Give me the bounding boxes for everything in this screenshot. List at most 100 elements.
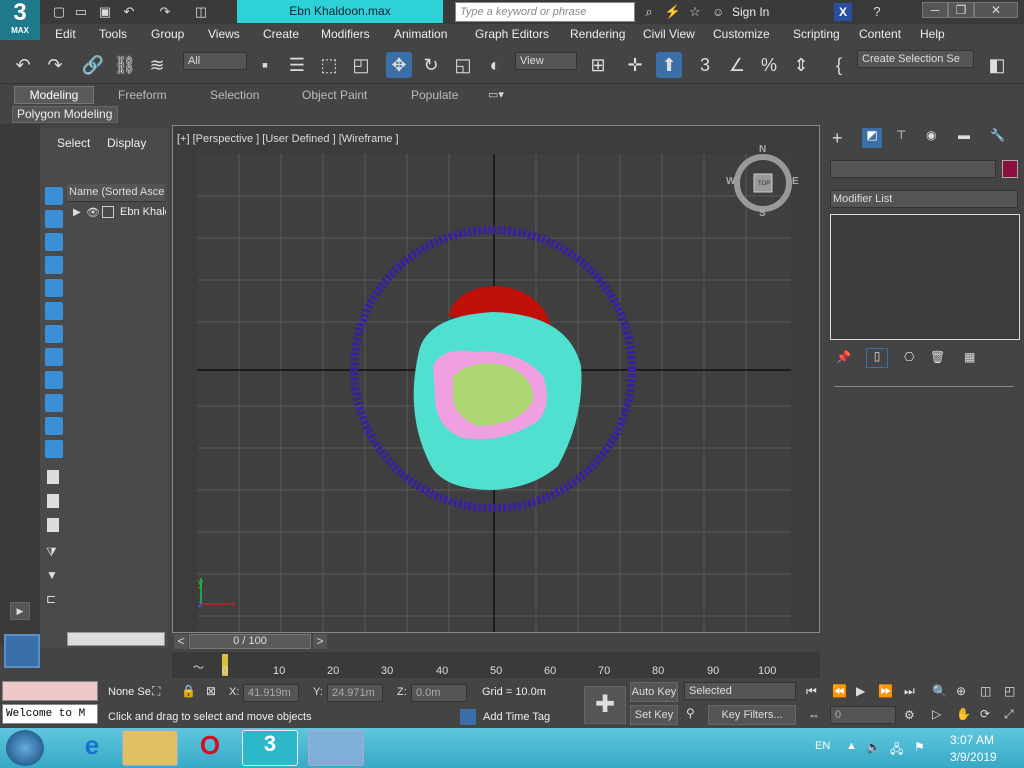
select-rotate-icon[interactable]: ↻: [418, 52, 444, 78]
filter-containers-icon[interactable]: [45, 394, 63, 412]
filter-geometry-icon[interactable]: [45, 187, 63, 205]
tab-freeform[interactable]: Freeform: [118, 88, 167, 102]
zoom-icon[interactable]: 🔍: [932, 684, 947, 698]
tab-selection[interactable]: Selection: [210, 88, 259, 102]
3ds-max-taskbar-icon[interactable]: 3: [242, 730, 298, 766]
menu-content[interactable]: Content: [859, 27, 901, 41]
redo-icon[interactable]: ↷: [42, 52, 68, 78]
time-prev-arrow[interactable]: <: [174, 634, 188, 649]
key-mode-arrows-icon[interactable]: ⇔: [808, 708, 820, 722]
display-none-icon[interactable]: [47, 494, 59, 508]
scene-item-label[interactable]: Ebn Khald: [120, 206, 166, 218]
window-crossing-icon[interactable]: ◰: [348, 52, 374, 78]
play-icon[interactable]: ▶: [856, 684, 865, 698]
field-of-view-icon[interactable]: ▷: [932, 707, 941, 721]
z-coordinate-field[interactable]: [411, 684, 467, 702]
select-scale-icon[interactable]: ◱: [450, 52, 476, 78]
modify-tab-icon[interactable]: ◩: [862, 128, 882, 148]
zoom-extents-icon[interactable]: ◫: [980, 684, 991, 698]
menu-graph-editors[interactable]: Graph Editors: [475, 27, 549, 41]
binoculars-icon[interactable]: ⌕: [640, 3, 658, 21]
undo-icon[interactable]: ↶: [120, 3, 138, 21]
zoom-extents-all-icon[interactable]: ◰: [1004, 684, 1015, 698]
menu-edit[interactable]: Edit: [55, 27, 76, 41]
create-tab-icon[interactable]: +: [832, 128, 843, 149]
select-by-name-icon[interactable]: ☰: [284, 52, 310, 78]
internet-explorer-icon[interactable]: e: [64, 730, 120, 766]
menu-create[interactable]: Create: [263, 27, 299, 41]
pin-stack-icon[interactable]: 📌: [836, 350, 851, 364]
edit-named-selection-icon[interactable]: {: [826, 52, 852, 78]
filter-frozen-icon[interactable]: [45, 417, 63, 435]
tab-populate[interactable]: Populate: [411, 88, 458, 102]
menu-modifiers[interactable]: Modifiers: [321, 27, 370, 41]
minimize-button[interactable]: ─: [922, 2, 948, 18]
display-invert-icon[interactable]: [47, 518, 59, 532]
restore-button[interactable]: ❐: [948, 2, 974, 18]
perspective-viewport[interactable]: y z x [+] [Perspective ] [User Defined ]…: [172, 125, 820, 633]
menu-customize[interactable]: Customize: [713, 27, 770, 41]
orbit-icon[interactable]: ⟳: [980, 707, 990, 721]
expand-panel-button[interactable]: ▶: [10, 602, 30, 620]
project-folder-icon[interactable]: ◫: [192, 3, 210, 21]
key-mode-toggle-icon[interactable]: ⚲: [686, 706, 695, 720]
filter-spacewarps-icon[interactable]: [45, 302, 63, 320]
utilities-tab-icon[interactable]: 🔧: [990, 128, 1005, 142]
display-all-icon[interactable]: [47, 470, 59, 484]
remove-modifier-icon[interactable]: 🗑: [930, 350, 945, 364]
search-input[interactable]: Type a keyword or phrase: [455, 2, 635, 22]
layer-explorer-icon[interactable]: ⊏: [46, 592, 56, 606]
viewport-label-menu[interactable]: [+] [Perspective ] [User Defined ] [Wire…: [177, 133, 399, 145]
undo-icon[interactable]: ↶: [10, 52, 36, 78]
maxscript-mini-listener[interactable]: Welcome to M: [2, 704, 98, 724]
y-coordinate-field[interactable]: [327, 684, 383, 702]
communication-icon[interactable]: ⚡: [664, 3, 682, 21]
reference-coordinate-dropdown[interactable]: View: [515, 52, 577, 70]
menu-animation[interactable]: Animation: [394, 27, 447, 41]
scene-tab-select[interactable]: Select: [57, 136, 90, 150]
network-icon[interactable]: 🖧: [890, 740, 903, 761]
tab-modeling[interactable]: Modeling: [14, 86, 94, 104]
set-key-button[interactable]: Set Key: [630, 705, 678, 725]
file-explorer-icon[interactable]: [122, 730, 178, 766]
make-unique-icon[interactable]: ⎔: [904, 350, 914, 364]
configure-sets-icon[interactable]: ▦: [964, 350, 975, 364]
unlink-icon[interactable]: ⛓: [112, 52, 138, 78]
time-slider[interactable]: 0 / 100: [189, 634, 311, 649]
absolute-mode-icon[interactable]: ⊠: [206, 684, 216, 698]
tray-expand-icon[interactable]: ▲: [846, 740, 857, 752]
exchange-icon[interactable]: X: [834, 3, 852, 21]
go-to-start-icon[interactable]: ⏮: [806, 684, 817, 699]
favorites-star-icon[interactable]: ☆: [686, 3, 704, 21]
scene-horizontal-scrollbar[interactable]: [67, 632, 165, 646]
expand-triangle-icon[interactable]: ▶: [73, 207, 81, 218]
select-manipulate-icon[interactable]: ✛: [622, 52, 648, 78]
mirror-icon[interactable]: ◧: [984, 52, 1010, 78]
select-move-icon[interactable]: ✥: [386, 52, 412, 78]
snaps-toggle-icon[interactable]: 3: [692, 52, 718, 78]
time-config-icon[interactable]: ⚙: [904, 708, 915, 722]
isolate-selection-icon[interactable]: ⛶: [152, 684, 160, 699]
modifier-stack[interactable]: [830, 214, 1020, 340]
filter-hidden-icon[interactable]: [45, 440, 63, 458]
sign-in-link[interactable]: Sign In: [732, 5, 769, 19]
go-to-end-icon[interactable]: ⏭: [904, 684, 915, 699]
time-next-arrow[interactable]: >: [313, 634, 327, 649]
clock-time[interactable]: 3:07 AM: [950, 733, 994, 747]
rectangle-selection-icon[interactable]: ⬚: [316, 52, 342, 78]
menu-help[interactable]: Help: [920, 27, 945, 41]
pan-hand-icon[interactable]: ✋: [956, 707, 971, 721]
select-place-icon[interactable]: ◐: [482, 52, 508, 78]
show-end-result-icon[interactable]: ▯: [866, 348, 888, 368]
pivot-center-icon[interactable]: ⊞: [585, 52, 611, 78]
menu-civil-view[interactable]: Civil View: [643, 27, 695, 41]
current-frame-field[interactable]: [830, 706, 896, 724]
ribbon-options-icon[interactable]: ▭▾: [488, 88, 504, 101]
spinner-snap-icon[interactable]: ⇕: [788, 52, 814, 78]
filter-funnel-icon[interactable]: ▼: [46, 568, 58, 582]
start-button[interactable]: [6, 730, 44, 766]
new-file-icon[interactable]: ▢: [50, 3, 68, 21]
angle-snap-icon[interactable]: ∠: [724, 52, 750, 78]
selection-filter-dropdown[interactable]: All: [183, 52, 247, 70]
menu-group[interactable]: Group: [151, 27, 184, 41]
